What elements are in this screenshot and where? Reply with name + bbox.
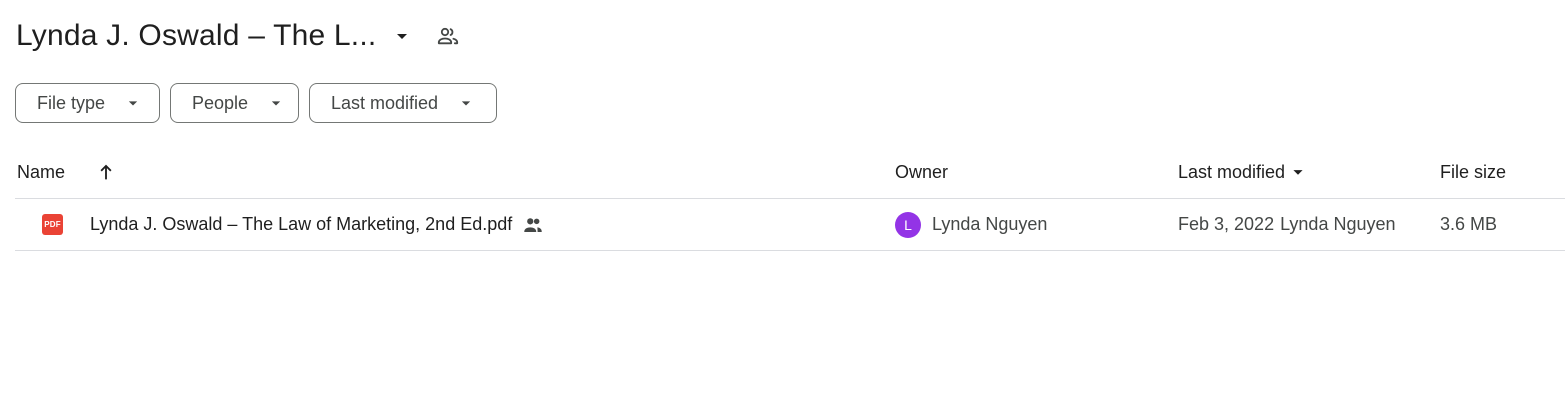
chevron-down-icon [456,93,476,113]
arrow-upward-icon [95,161,117,183]
shared-people-icon[interactable] [430,18,466,54]
filter-label: File type [37,92,106,113]
column-header-owner[interactable]: Owner [895,146,948,198]
folder-header: Lynda J. Oswald – The L... [16,14,466,58]
pdf-icon-cell: PDF [42,199,63,250]
filter-label: People [192,92,249,113]
owner-cell: L Lynda Nguyen [895,199,1047,250]
owner-name: Lynda Nguyen [932,214,1048,234]
file-name: Lynda J. Oswald – The Law of Marketing, … [90,214,513,234]
file-size: 3.6 MB [1440,214,1498,234]
file-list-table: Name Owner Last modified File size PDF L… [15,146,1565,251]
column-label: Name [17,161,66,182]
file-name-cell[interactable]: Lynda J. Oswald – The Law of Marketing, … [90,199,544,250]
column-header-name[interactable]: Name [17,146,65,198]
chevron-down-icon [123,93,143,113]
table-row[interactable]: PDF Lynda J. Oswald – The Law of Marketi… [15,199,1565,251]
filter-label: Last modified [331,92,439,113]
column-header-file-size[interactable]: File size [1440,146,1506,198]
table-header: Name Owner Last modified File size [15,146,1565,199]
chevron-down-icon [266,93,286,113]
arrow-drop-down-icon [1287,161,1309,183]
column-label: Last modified [1178,161,1286,182]
file-type-filter-chip[interactable]: File type [15,83,160,123]
folder-menu-dropdown-icon[interactable] [384,18,420,54]
last-modified-cell: Feb 3, 2022 Lynda Nguyen [1178,199,1396,250]
folder-title: Lynda J. Oswald – The L... [16,19,377,52]
shared-people-icon [522,214,544,236]
filter-bar: File type People Last modified [15,83,497,123]
column-label: File size [1440,161,1507,182]
last-modified-filter-chip[interactable]: Last modified [309,83,497,123]
sort-direction-button[interactable] [95,146,117,198]
modified-by: Lynda Nguyen [1280,214,1396,234]
modified-date: Feb 3, 2022 [1178,214,1275,234]
avatar: L [895,211,921,238]
file-size-cell: 3.6 MB [1440,199,1497,250]
column-header-last-modified[interactable]: Last modified [1178,146,1309,198]
column-label: Owner [895,161,949,182]
people-filter-chip[interactable]: People [170,83,299,123]
pdf-file-icon: PDF [42,214,63,235]
